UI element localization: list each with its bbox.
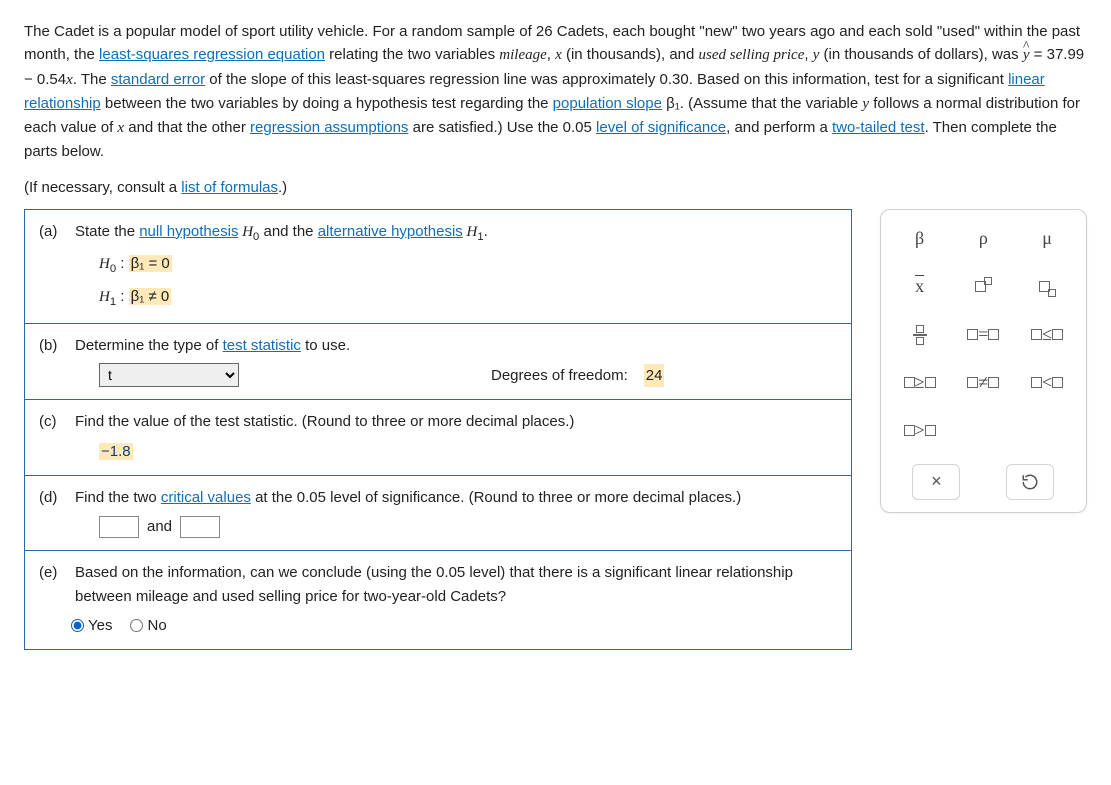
- palette-gte[interactable]: ≥: [895, 368, 945, 398]
- problem-statement: The Cadet is a popular model of sport ut…: [24, 20, 1087, 199]
- radio-yes[interactable]: Yes: [71, 614, 112, 637]
- link-alternative-hypothesis[interactable]: alternative hypothesis: [318, 223, 463, 240]
- link-test-statistic[interactable]: test statistic: [223, 337, 301, 354]
- part-a: (a) State the null hypothesis H0 and the…: [25, 210, 851, 324]
- alpha-value: 0.05: [563, 119, 592, 136]
- link-regression-assumptions[interactable]: regression assumptions: [250, 119, 408, 136]
- se-value: 0.30: [660, 71, 689, 88]
- h1-answer[interactable]: β₁ ≠ 0: [129, 288, 172, 305]
- link-level-of-significance[interactable]: level of significance: [596, 119, 726, 136]
- part-e: (e) Based on the information, can we con…: [25, 551, 851, 649]
- test-statistic-select[interactable]: t: [99, 363, 239, 387]
- var-mileage: mileage: [499, 47, 546, 63]
- palette-clear-button[interactable]: ×: [912, 464, 960, 500]
- test-statistic-value[interactable]: −1.8: [99, 443, 133, 460]
- part-c: (c) Find the value of the test statistic…: [25, 400, 851, 476]
- critical-value-2-input[interactable]: [180, 516, 220, 538]
- part-label: (d): [39, 486, 65, 509]
- palette-rho[interactable]: ρ: [958, 224, 1008, 254]
- h1-row: H1 : β₁ ≠ 0: [39, 285, 837, 311]
- radio-no[interactable]: No: [130, 614, 166, 637]
- close-icon: ×: [931, 468, 942, 496]
- palette-gt[interactable]: >: [895, 416, 945, 446]
- intro-text: The Cadet is a popular model of sport ut…: [24, 23, 536, 40]
- palette-lt[interactable]: <: [1022, 368, 1072, 398]
- part-label: (a): [39, 220, 65, 246]
- palette-equals[interactable]: =: [958, 320, 1008, 350]
- palette-reset-button[interactable]: [1006, 464, 1054, 500]
- palette-subscript[interactable]: [1022, 272, 1072, 302]
- palette-mu[interactable]: μ: [1022, 224, 1072, 254]
- sample-size: 26: [536, 23, 553, 40]
- link-population-slope[interactable]: population slope: [553, 95, 662, 112]
- part-label: (b): [39, 334, 65, 357]
- palette-xbar[interactable]: x: [895, 272, 945, 302]
- part-label: (e): [39, 561, 65, 608]
- part-label: (c): [39, 410, 65, 433]
- symbol-palette: β ρ μ x = ≤ ≥ ≠ < > ×: [880, 209, 1087, 513]
- h0-answer[interactable]: β₁ = 0: [129, 255, 172, 272]
- beta1-symbol: β₁: [662, 95, 680, 112]
- regression-equation: y: [1023, 44, 1030, 67]
- reset-icon: [1021, 473, 1039, 491]
- link-two-tailed-test[interactable]: two-tailed test: [832, 119, 925, 136]
- link-null-hypothesis[interactable]: null hypothesis: [139, 223, 238, 240]
- df-value[interactable]: 24: [644, 364, 665, 387]
- palette-superscript[interactable]: [958, 272, 1008, 302]
- palette-beta[interactable]: β: [895, 224, 945, 254]
- palette-fraction[interactable]: [895, 320, 945, 350]
- link-list-of-formulas[interactable]: list of formulas: [181, 179, 278, 196]
- h0-row: H0 : β₁ = 0: [39, 252, 837, 278]
- palette-lte[interactable]: ≤: [1022, 320, 1072, 350]
- part-d: (d) Find the two critical values at the …: [25, 476, 851, 552]
- part-b: (b) Determine the type of test statistic…: [25, 324, 851, 400]
- critical-value-1-input[interactable]: [99, 516, 139, 538]
- link-standard-error[interactable]: standard error: [111, 71, 205, 88]
- var-x: x: [555, 47, 562, 63]
- questions-panel: (a) State the null hypothesis H0 and the…: [24, 209, 852, 650]
- palette-neq[interactable]: ≠: [958, 368, 1008, 398]
- and-label: and: [147, 515, 172, 538]
- link-critical-values[interactable]: critical values: [161, 489, 251, 506]
- part-c-text: Find the value of the test statistic. (R…: [75, 410, 574, 433]
- intro-text: relating the two variables: [325, 46, 499, 63]
- df-label: Degrees of freedom:: [491, 364, 628, 387]
- var-used-price: used selling price: [699, 47, 805, 63]
- link-least-squares[interactable]: least-squares regression equation: [99, 46, 325, 63]
